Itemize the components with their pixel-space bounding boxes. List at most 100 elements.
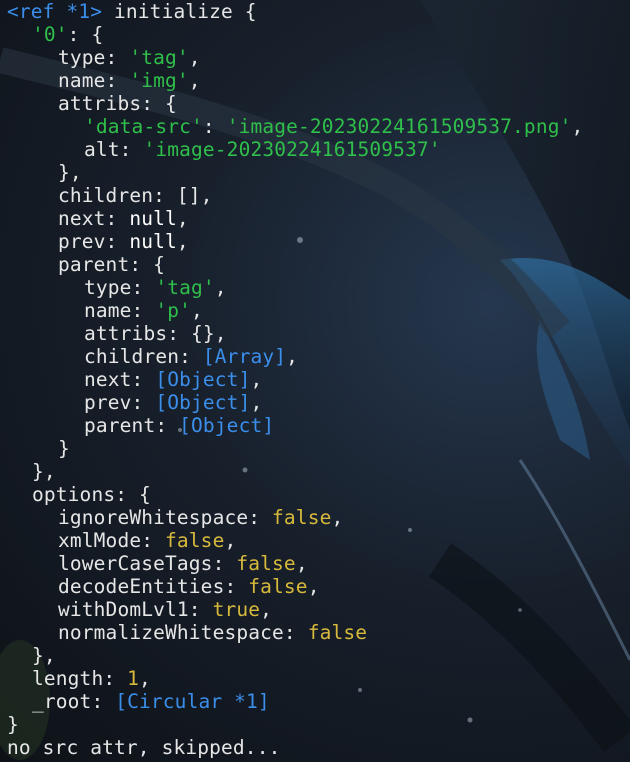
token-str: 'image-20230224161509537' bbox=[143, 138, 441, 161]
console-line: prev: null, bbox=[7, 230, 583, 253]
token-plain: , bbox=[307, 575, 320, 598]
console-line: no src attr, skipped... bbox=[7, 736, 583, 759]
console-line: children: [Array], bbox=[7, 345, 583, 368]
token-num: 1 bbox=[127, 667, 140, 690]
console-line: ignoreWhitespace: false, bbox=[7, 506, 583, 529]
console-line: type: 'tag', bbox=[7, 46, 583, 69]
token-plain: } bbox=[58, 437, 70, 460]
console-line: } bbox=[7, 713, 583, 736]
token-plain: prev: bbox=[84, 391, 156, 414]
token-kw: null bbox=[129, 230, 177, 253]
console-line: name: 'p', bbox=[7, 299, 583, 322]
console-line: next: [Object], bbox=[7, 368, 583, 391]
token-plain: attribs: {}, bbox=[84, 322, 227, 345]
console-line: parent: { bbox=[7, 253, 583, 276]
console-line: normalizeWhitespace: false bbox=[7, 621, 583, 644]
console-line: next: null, bbox=[7, 207, 583, 230]
console-line: attribs: {}, bbox=[7, 322, 583, 345]
token-str: 'p' bbox=[155, 299, 192, 322]
token-plain: , bbox=[331, 506, 344, 529]
token-plain: decodeEntities: bbox=[58, 575, 249, 598]
console-line: parent: [Object] bbox=[7, 414, 583, 437]
console-line: 'data-src': 'image-20230224161509537.png… bbox=[7, 115, 583, 138]
token-bool: false bbox=[248, 575, 308, 598]
token-obj: [Object] bbox=[155, 391, 251, 414]
token-plain: name: bbox=[58, 69, 130, 92]
console-line: }, bbox=[7, 460, 583, 483]
token-str: 'tag' bbox=[155, 276, 215, 299]
token-plain: , bbox=[286, 345, 299, 368]
token-bool: false bbox=[236, 552, 296, 575]
token-plain: next: bbox=[58, 207, 130, 230]
console-line: }, bbox=[7, 161, 583, 184]
token-plain: xmlMode: bbox=[58, 529, 166, 552]
token-plain: normalizeWhitespace: bbox=[58, 621, 308, 644]
console-line: decodeEntities: false, bbox=[7, 575, 583, 598]
token-plain: parent: { bbox=[58, 253, 166, 276]
token-kw: null bbox=[129, 207, 177, 230]
console-line: attribs: { bbox=[7, 92, 583, 115]
token-plain: }, bbox=[58, 161, 82, 184]
token-plain: initialize { bbox=[102, 0, 257, 23]
console-line: <ref *1> initialize { bbox=[7, 0, 583, 23]
token-plain: next: bbox=[84, 368, 156, 391]
console-line: prev: [Object], bbox=[7, 391, 583, 414]
token-plain: ignoreWhitespace: bbox=[58, 506, 273, 529]
token-plain: options: { bbox=[32, 483, 151, 506]
console-line: lowerCaseTags: false, bbox=[7, 552, 583, 575]
token-bool: false bbox=[307, 621, 368, 644]
console-line: }, bbox=[7, 644, 583, 667]
token-str: '0' bbox=[32, 23, 68, 46]
token-plain: , bbox=[188, 46, 201, 69]
token-plain: type: bbox=[84, 276, 156, 299]
token-plain: children: [], bbox=[58, 184, 213, 207]
token-plain: name: bbox=[84, 299, 156, 322]
token-bool: false bbox=[272, 506, 332, 529]
token-obj: [Object] bbox=[155, 368, 251, 391]
console-line: children: [], bbox=[7, 184, 583, 207]
console-line: withDomLvl1: true, bbox=[7, 598, 583, 621]
console-line: options: { bbox=[7, 483, 583, 506]
token-plain: , bbox=[139, 667, 151, 690]
token-plain: , bbox=[176, 207, 189, 230]
token-plain: no src attr, skipped... bbox=[7, 736, 281, 759]
console-line: } bbox=[7, 437, 583, 460]
token-plain: prev: bbox=[58, 230, 130, 253]
token-plain: alt: bbox=[84, 138, 144, 161]
token-plain: , bbox=[224, 529, 237, 552]
token-plain: , bbox=[176, 230, 189, 253]
console-line: '0': { bbox=[7, 23, 583, 46]
token-str: 'img' bbox=[129, 69, 189, 92]
token-plain: , bbox=[191, 299, 203, 322]
token-plain: } bbox=[7, 713, 19, 736]
token-plain: : { bbox=[67, 23, 104, 46]
token-plain: , bbox=[214, 276, 227, 299]
console-output[interactable]: <ref *1> initialize {'0': {type: 'tag', n… bbox=[7, 0, 583, 759]
token-plain: , bbox=[250, 391, 263, 414]
token-plain: }, bbox=[32, 644, 56, 667]
token-plain: attribs: { bbox=[58, 92, 177, 115]
token-str: 'data-src' bbox=[84, 115, 203, 138]
token-plain: , bbox=[260, 598, 273, 621]
token-obj: [Array] bbox=[202, 345, 287, 368]
token-bool: false bbox=[165, 529, 225, 552]
token-plain: parent: bbox=[84, 414, 180, 437]
console-line: type: 'tag', bbox=[7, 276, 583, 299]
token-plain: lowerCaseTags: bbox=[58, 552, 237, 575]
token-plain: children: bbox=[84, 345, 203, 368]
token-plain: }, bbox=[32, 460, 56, 483]
token-obj: [Circular *1] bbox=[115, 690, 270, 713]
token-plain: _root: bbox=[32, 690, 116, 713]
console-line: length: 1, bbox=[7, 667, 583, 690]
terminal-window[interactable]: <ref *1> initialize {'0': {type: 'tag', n… bbox=[0, 0, 630, 762]
console-line: xmlMode: false, bbox=[7, 529, 583, 552]
console-line: name: 'img', bbox=[7, 69, 583, 92]
token-plain: , bbox=[250, 368, 263, 391]
token-str: 'tag' bbox=[129, 46, 189, 69]
token-ref: <ref *1> bbox=[7, 0, 103, 23]
token-plain: , bbox=[295, 552, 308, 575]
token-obj: [Object] bbox=[179, 414, 275, 437]
token-plain: type: bbox=[58, 46, 130, 69]
console-line: _root: [Circular *1] bbox=[7, 690, 583, 713]
console-line: alt: 'image-20230224161509537' bbox=[7, 138, 583, 161]
